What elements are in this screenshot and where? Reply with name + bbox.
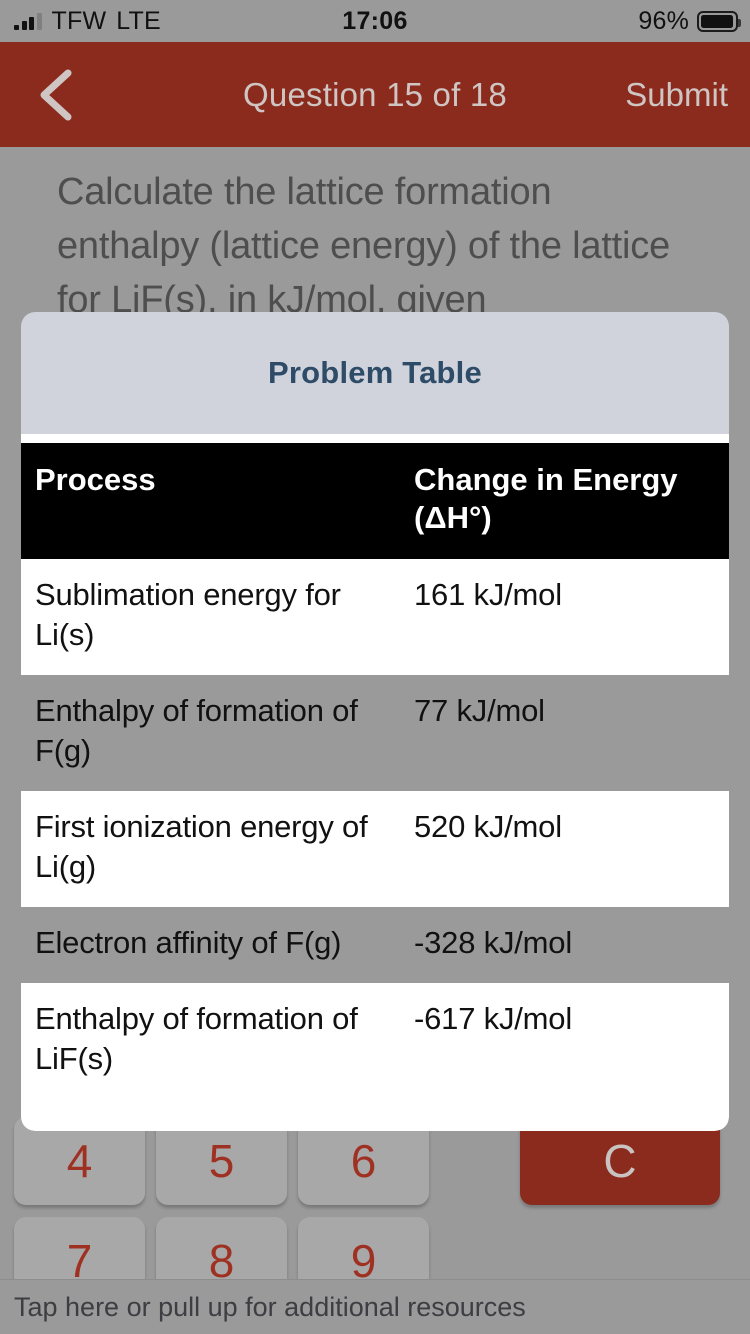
column-header-process: Process — [21, 443, 400, 559]
cell-energy: -328 kJ/mol — [400, 907, 729, 983]
question-text: Calculate the lattice formation enthalpy… — [57, 165, 697, 327]
modal-header: Problem Table — [21, 312, 729, 434]
additional-resources-bar[interactable]: Tap here or pull up for additional resou… — [0, 1279, 750, 1334]
cell-process: Enthalpy of formation of LiF(s) — [21, 983, 400, 1131]
table-row: Electron affinity of F(g) -328 kJ/mol — [21, 907, 729, 983]
cell-process: Enthalpy of formation of F(g) — [21, 675, 400, 791]
cell-energy: 161 kJ/mol — [400, 559, 729, 675]
battery-icon — [697, 11, 738, 32]
column-header-energy: Change in Energy (ΔH°) — [400, 443, 729, 559]
problem-table: Process Change in Energy (ΔH°) Sublimati… — [21, 443, 729, 1131]
status-bar: TFW LTE 17:06 96% — [0, 0, 750, 42]
additional-resources-label: Tap here or pull up for additional resou… — [0, 1292, 526, 1323]
modal-title: Problem Table — [268, 355, 482, 391]
problem-table-body: Sublimation energy for Li(s) 161 kJ/mol … — [21, 559, 729, 1131]
battery-percent-label: 96% — [638, 0, 689, 42]
cell-process: Sublimation energy for Li(s) — [21, 559, 400, 675]
cell-energy: 77 kJ/mol — [400, 675, 729, 791]
table-row: First ionization energy of Li(g) 520 kJ/… — [21, 791, 729, 907]
table-row: Sublimation energy for Li(s) 161 kJ/mol — [21, 559, 729, 675]
table-row: Enthalpy of formation of LiF(s) -617 kJ/… — [21, 983, 729, 1131]
submit-button[interactable]: Submit — [625, 42, 728, 147]
table-header-row: Process Change in Energy (ΔH°) — [21, 443, 729, 559]
cell-process: First ionization energy of Li(g) — [21, 791, 400, 907]
navigation-bar: Question 15 of 18 Submit — [0, 42, 750, 147]
problem-table-head: Process Change in Energy (ΔH°) — [21, 443, 729, 559]
cell-process: Electron affinity of F(g) — [21, 907, 400, 983]
app-screen: Calculate the lattice formation enthalpy… — [0, 0, 750, 1334]
table-row: Enthalpy of formation of F(g) 77 kJ/mol — [21, 675, 729, 791]
cell-energy: 520 kJ/mol — [400, 791, 729, 907]
problem-table-modal: Problem Table Process Change in Energy (… — [21, 312, 729, 1131]
cell-energy: -617 kJ/mol — [400, 983, 729, 1131]
modal-header-divider — [21, 434, 729, 443]
status-bar-right: 96% — [638, 0, 738, 42]
